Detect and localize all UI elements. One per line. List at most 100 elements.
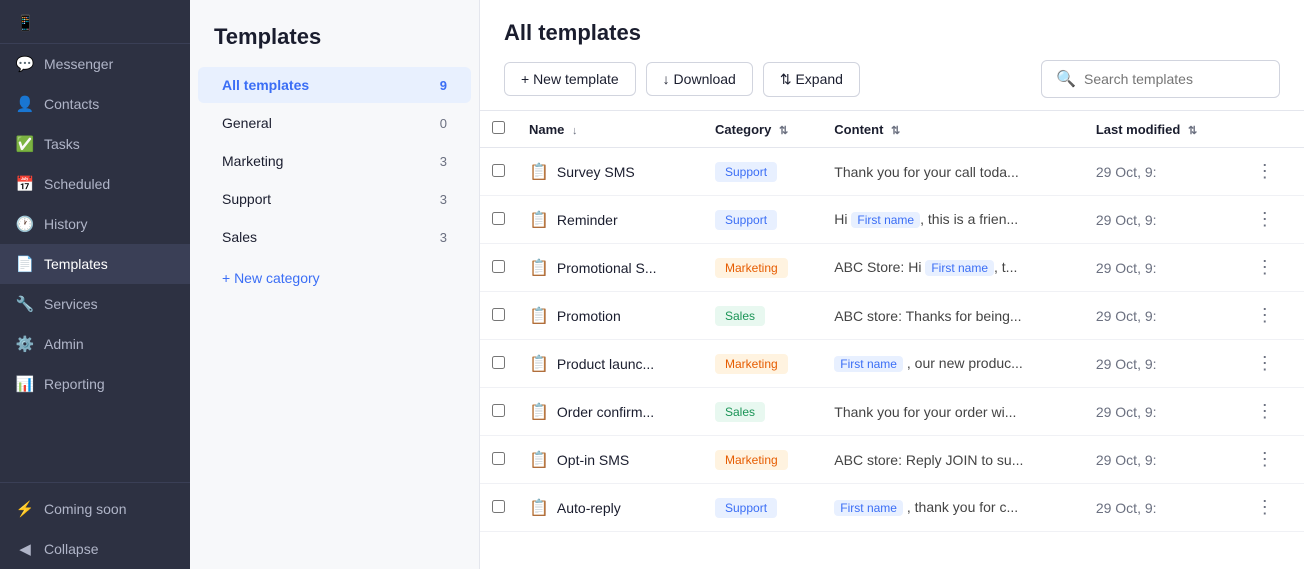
main-header: All templates + New template ↓ Download … <box>480 0 1304 111</box>
row-name-cell: 📋 Promotion <box>517 292 703 340</box>
new-category-button[interactable]: + New category <box>198 260 471 296</box>
row-more-button[interactable]: ⋮ <box>1250 447 1280 472</box>
row-checkbox-cell[interactable] <box>480 148 517 196</box>
sidebar-item-contacts[interactable]: 👤 Contacts <box>0 84 190 124</box>
row-name-cell: 📋 Reminder <box>517 196 703 244</box>
row-date-cell: 29 Oct, 9: <box>1084 484 1238 532</box>
sidebar-item-collapse[interactable]: ◀ Collapse <box>0 529 190 569</box>
template-name: Promotion <box>557 308 621 324</box>
row-more-button[interactable]: ⋮ <box>1250 207 1280 232</box>
category-label: All templates <box>222 77 309 93</box>
row-date-cell: 29 Oct, 9: <box>1084 244 1238 292</box>
content-column-header: Content ⇅ <box>822 111 1084 148</box>
sidebar-item-history[interactable]: 🕐 History <box>0 204 190 244</box>
category-general[interactable]: General 0 <box>198 105 471 141</box>
row-content-cell: Hi First name, this is a frien... <box>822 196 1084 244</box>
row-content-cell: ABC store: Thanks for being... <box>822 292 1084 340</box>
new-template-button[interactable]: + New template <box>504 62 636 96</box>
sidebar-item-scheduled[interactable]: 📅 Scheduled <box>0 164 190 204</box>
sidebar-item-coming-soon[interactable]: ⚡ Coming soon <box>0 489 190 529</box>
table-row: 📋 Order confirm... Sales Thank you for y… <box>480 388 1304 436</box>
row-checkbox-cell[interactable] <box>480 388 517 436</box>
sidebar-item-label: Messenger <box>44 56 113 72</box>
doc-icon: 📋 <box>529 306 549 326</box>
coming-soon-icon: ⚡ <box>16 500 34 518</box>
category-sales[interactable]: Sales 3 <box>198 219 471 255</box>
row-date-cell: 29 Oct, 9: <box>1084 436 1238 484</box>
row-date-cell: 29 Oct, 9: <box>1084 292 1238 340</box>
template-name: Promotional S... <box>557 260 657 276</box>
category-count: 0 <box>440 116 447 131</box>
row-checkbox-cell[interactable] <box>480 436 517 484</box>
new-category-label: + New category <box>222 270 320 286</box>
row-checkbox-cell[interactable] <box>480 292 517 340</box>
row-name-cell: 📋 Order confirm... <box>517 388 703 436</box>
category-all[interactable]: All templates 9 <box>198 67 471 103</box>
table-row: 📋 Survey SMS Support Thank you for your … <box>480 148 1304 196</box>
row-category-cell: Marketing <box>703 436 822 484</box>
row-date-cell: 29 Oct, 9: <box>1084 388 1238 436</box>
toolbar: + New template ↓ Download ⇅ Expand 🔍 <box>504 60 1280 98</box>
row-more-button[interactable]: ⋮ <box>1250 303 1280 328</box>
row-content-cell: Thank you for your call toda... <box>822 148 1084 196</box>
category-badge: Marketing <box>715 258 788 278</box>
sidebar-item-templates[interactable]: 📄 Templates <box>0 244 190 284</box>
main-content: All templates + New template ↓ Download … <box>480 0 1304 569</box>
row-more-button[interactable]: ⋮ <box>1250 159 1280 184</box>
row-actions-cell: ⋮ <box>1238 436 1304 484</box>
category-column-header: Category ⇅ <box>703 111 822 148</box>
sidebar-item-reporting[interactable]: 📊 Reporting <box>0 364 190 404</box>
download-button[interactable]: ↓ Download <box>646 62 753 96</box>
page-title: All templates <box>504 20 1280 46</box>
sidebar-item-label: Collapse <box>44 541 98 557</box>
row-name-cell: 📋 Auto-reply <box>517 484 703 532</box>
last-modified-column-header: Last modified ⇅ <box>1084 111 1238 148</box>
row-checkbox-cell[interactable] <box>480 196 517 244</box>
sidebar-item-services[interactable]: 🔧 Services <box>0 284 190 324</box>
template-name: Survey SMS <box>557 164 635 180</box>
search-input[interactable] <box>1084 71 1265 87</box>
firstname-tag: First name <box>925 260 994 276</box>
tasks-icon: ✅ <box>16 135 34 153</box>
expand-button[interactable]: ⇅ Expand <box>763 62 860 97</box>
row-actions-cell: ⋮ <box>1238 148 1304 196</box>
category-badge: Marketing <box>715 450 788 470</box>
row-more-button[interactable]: ⋮ <box>1250 255 1280 280</box>
row-checkbox-cell[interactable] <box>480 484 517 532</box>
sidebar-item-admin[interactable]: ⚙️ Admin <box>0 324 190 364</box>
doc-icon: 📋 <box>529 498 549 518</box>
table-row: 📋 Reminder Support Hi First name, this i… <box>480 196 1304 244</box>
table-row: 📋 Product launc... Marketing First name … <box>480 340 1304 388</box>
search-icon: 🔍 <box>1056 69 1076 89</box>
category-marketing[interactable]: Marketing 3 <box>198 143 471 179</box>
row-checkbox-cell[interactable] <box>480 244 517 292</box>
sidebar-item-messenger[interactable]: 💬 Messenger <box>0 44 190 84</box>
row-date-cell: 29 Oct, 9: <box>1084 340 1238 388</box>
sidebar-divider <box>0 482 190 483</box>
category-badge: Support <box>715 210 777 230</box>
row-name-cell: 📋 Product launc... <box>517 340 703 388</box>
select-all-header[interactable] <box>480 111 517 148</box>
left-panel-title: Templates <box>190 0 479 66</box>
row-category-cell: Marketing <box>703 340 822 388</box>
sidebar-item-tasks[interactable]: ✅ Tasks <box>0 124 190 164</box>
template-name: Product launc... <box>557 356 654 372</box>
row-category-cell: Support <box>703 484 822 532</box>
row-more-button[interactable]: ⋮ <box>1250 399 1280 424</box>
category-count: 3 <box>440 154 447 169</box>
row-category-cell: Marketing <box>703 244 822 292</box>
row-more-button[interactable]: ⋮ <box>1250 495 1280 520</box>
category-support[interactable]: Support 3 <box>198 181 471 217</box>
category-label: Sales <box>222 229 257 245</box>
doc-icon: 📋 <box>529 402 549 422</box>
template-name: Order confirm... <box>557 404 654 420</box>
row-checkbox-cell[interactable] <box>480 340 517 388</box>
row-category-cell: Support <box>703 148 822 196</box>
sidebar-item-label: Templates <box>44 256 108 272</box>
category-badge: Support <box>715 498 777 518</box>
messenger-icon: 💬 <box>16 55 34 73</box>
category-badge: Marketing <box>715 354 788 374</box>
doc-icon: 📋 <box>529 162 549 182</box>
row-more-button[interactable]: ⋮ <box>1250 351 1280 376</box>
category-label: Marketing <box>222 153 283 169</box>
